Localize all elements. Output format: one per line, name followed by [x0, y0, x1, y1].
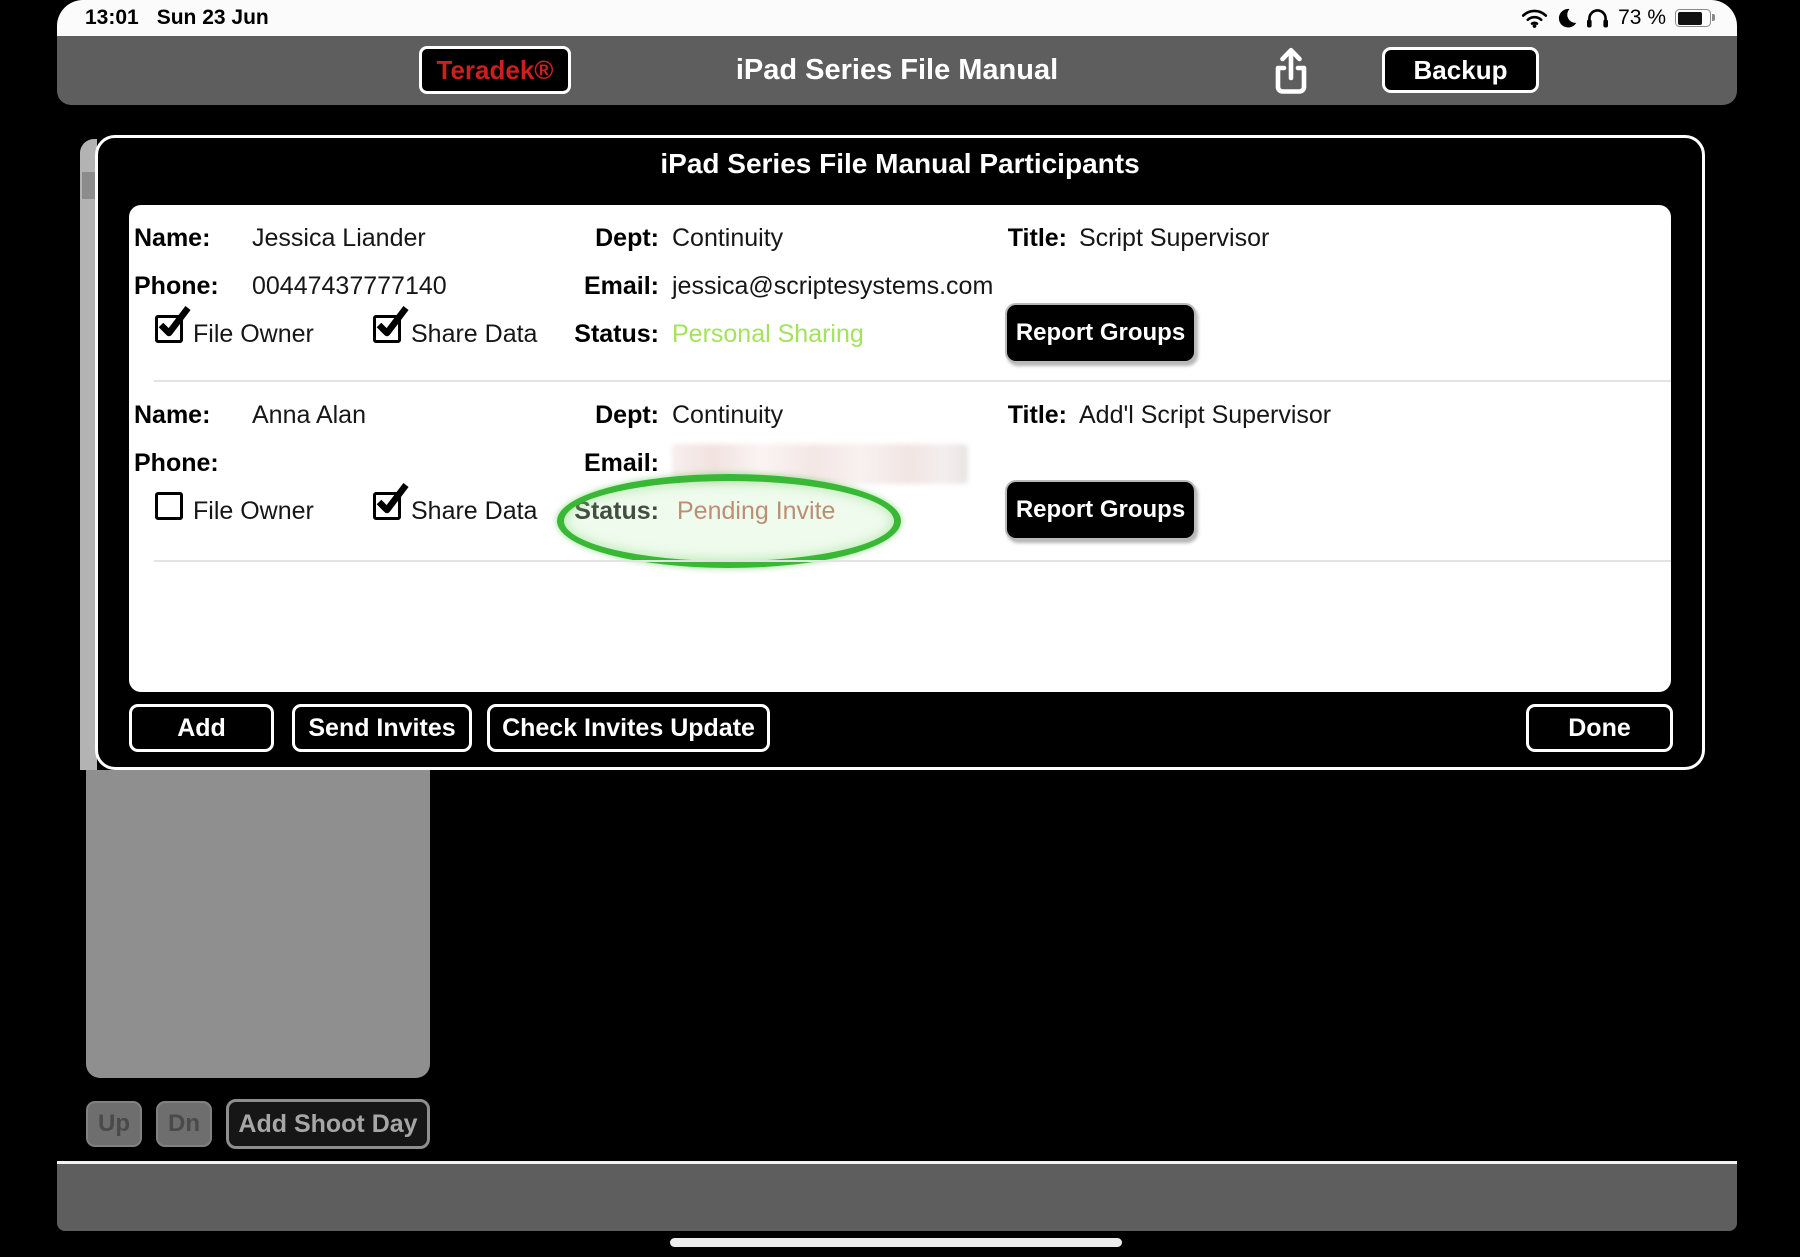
status-bar: 13:01 Sun 23 Jun 73 %: [57, 0, 1737, 36]
file-owner-checkbox[interactable]: [155, 306, 191, 343]
share-data-checkbox[interactable]: [373, 483, 409, 520]
status-date: Sun 23 Jun: [156, 6, 269, 29]
add-shoot-day-button[interactable]: Add Shoot Day: [226, 1099, 430, 1149]
name-label: Name:: [134, 401, 211, 429]
name-value: Anna Alan: [252, 401, 366, 429]
battery-icon: [1675, 9, 1715, 27]
home-indicator[interactable]: [670, 1238, 1122, 1247]
done-button[interactable]: Done: [1526, 704, 1673, 752]
report-groups-button[interactable]: Report Groups: [1005, 303, 1196, 363]
email-label: Email:: [583, 272, 659, 300]
app-toolbar: iPad Series File Manual Teradek® Backup: [57, 36, 1737, 105]
backup-button[interactable]: Backup: [1382, 47, 1539, 93]
dn-button[interactable]: Dn: [156, 1101, 212, 1147]
wifi-icon: [1521, 8, 1548, 28]
dept-label: Dept:: [595, 401, 659, 429]
row-divider: [154, 560, 1671, 562]
email-value: jessica@scriptesystems.com: [672, 272, 994, 300]
dept-value: Continuity: [672, 224, 784, 252]
participant-row: Name: Anna Alan Dept: Continuity Title: …: [129, 382, 1671, 568]
teradek-brand-button[interactable]: Teradek®: [419, 46, 571, 94]
status-value: Personal Sharing: [672, 320, 864, 348]
report-groups-button[interactable]: Report Groups: [1005, 480, 1196, 540]
status-value: Pending Invite: [677, 497, 836, 525]
title-value: Add'l Script Supervisor: [1079, 401, 1332, 429]
battery-percent: 73 %: [1618, 6, 1666, 29]
share-upload-icon[interactable]: [1269, 45, 1313, 97]
share-data-checkbox[interactable]: [373, 306, 409, 343]
up-button[interactable]: Up: [86, 1101, 142, 1147]
bottom-bar: [57, 1161, 1737, 1231]
phone-label: Phone:: [134, 272, 219, 300]
phone-value: 00447437777140: [252, 272, 447, 300]
name-value: Jessica Liander: [252, 224, 426, 252]
dept-label: Dept:: [595, 224, 659, 252]
title-value: Script Supervisor: [1079, 224, 1270, 252]
participants-dialog: iPad Series File Manual Participants Nam…: [95, 135, 1705, 770]
dialog-title: iPad Series File Manual Participants: [660, 148, 1140, 179]
participant-row: Name: Jessica Liander Dept: Continuity T…: [129, 205, 1671, 382]
dept-value: Continuity: [672, 401, 784, 429]
share-data-label: Share Data: [411, 497, 538, 525]
redacted-email-blur: [672, 444, 968, 484]
moon-icon: [1557, 8, 1577, 28]
scrollbar-handle: [82, 172, 95, 199]
phone-label: Phone:: [134, 449, 219, 477]
file-owner-checkbox[interactable]: [155, 492, 183, 520]
email-label: Email:: [583, 449, 659, 477]
file-owner-label: File Owner: [193, 497, 314, 525]
add-button[interactable]: Add: [129, 704, 274, 752]
participants-panel: Name: Jessica Liander Dept: Continuity T…: [129, 205, 1671, 692]
screen: 13:01 Sun 23 Jun 73 % iPad Series File M…: [0, 0, 1800, 1257]
name-label: Name:: [134, 224, 211, 252]
status-label: Status:: [574, 320, 659, 348]
background-list-panel: [86, 770, 430, 1078]
title-label: Title:: [1007, 224, 1067, 252]
headphones-icon: [1586, 8, 1609, 28]
file-owner-label: File Owner: [193, 320, 314, 348]
check-invites-update-button[interactable]: Check Invites Update: [487, 704, 770, 752]
send-invites-button[interactable]: Send Invites: [292, 704, 472, 752]
title-label: Title:: [1007, 401, 1067, 429]
status-label: Status:: [574, 497, 659, 525]
share-data-label: Share Data: [411, 320, 538, 348]
status-time: 13:01: [85, 6, 139, 29]
